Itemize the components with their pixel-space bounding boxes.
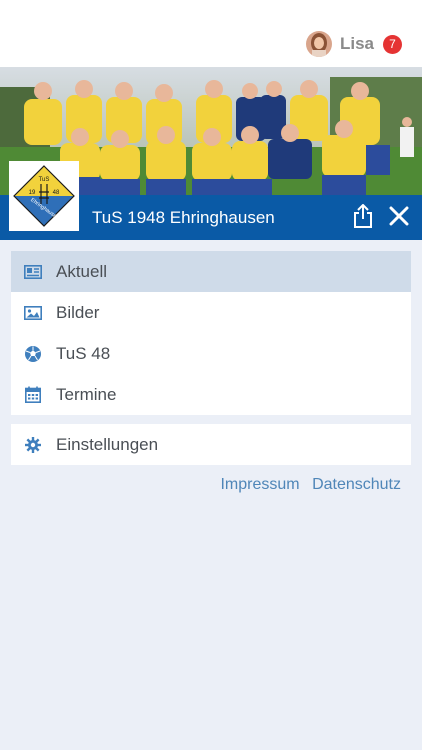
main-menu: Aktuell Bilder TuS 48 Termine	[11, 251, 411, 415]
footer-links: Impressum Datenschutz	[212, 476, 401, 494]
notification-badge[interactable]: 7	[383, 34, 402, 54]
menu-item-tus48[interactable]: TuS 48	[11, 333, 411, 374]
share-icon[interactable]	[352, 203, 374, 228]
menu-item-label: Termine	[56, 384, 117, 404]
menu-item-bilder[interactable]: Bilder	[11, 292, 411, 333]
menu-item-label: TuS 48	[56, 343, 111, 363]
user-name[interactable]: Lisa	[340, 34, 374, 54]
club-logo: TuS 19 48 Ehringhausen	[9, 161, 79, 231]
menu-item-label: Aktuell	[56, 261, 108, 281]
soccer-ball-icon	[24, 345, 42, 363]
menu-item-einstellungen[interactable]: Einstellungen	[11, 424, 411, 465]
logo-text-year-left: 19	[29, 190, 36, 196]
logo-text-top: TuS	[39, 177, 50, 183]
image-icon	[24, 304, 42, 322]
newspaper-icon	[24, 263, 42, 281]
settings-menu: Einstellungen	[11, 424, 411, 465]
datenschutz-link[interactable]: Datenschutz	[312, 476, 401, 493]
menu-item-aktuell[interactable]: Aktuell	[11, 251, 411, 292]
avatar[interactable]	[305, 31, 332, 57]
top-bar: Lisa 7	[0, 0, 422, 67]
gear-icon	[24, 436, 42, 454]
club-name: TuS 1948 Ehringhausen	[92, 208, 275, 227]
calendar-icon	[24, 386, 42, 404]
user-profile[interactable]: Lisa 7	[305, 30, 402, 58]
close-icon[interactable]	[389, 206, 409, 226]
impressum-link[interactable]: Impressum	[220, 476, 299, 493]
logo-text-year-right: 48	[53, 190, 60, 196]
menu-item-label: Einstellungen	[56, 434, 159, 454]
menu-item-termine[interactable]: Termine	[11, 374, 411, 415]
menu-item-label: Bilder	[56, 302, 100, 322]
